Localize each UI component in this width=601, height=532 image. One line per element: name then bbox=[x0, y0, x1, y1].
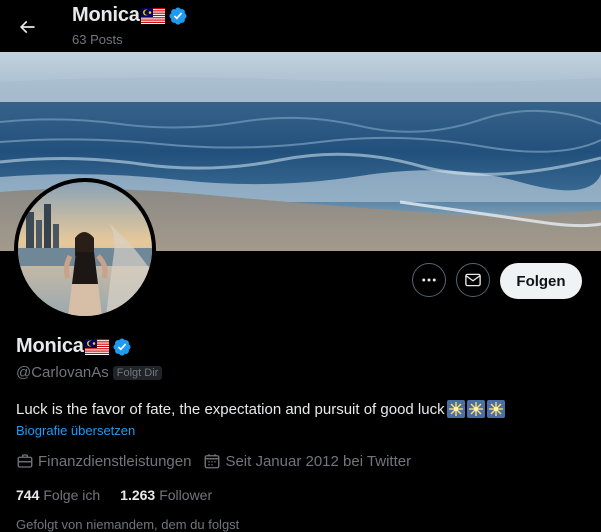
header-title: Monica bbox=[72, 4, 188, 27]
more-options-button[interactable] bbox=[412, 263, 446, 297]
back-button[interactable] bbox=[10, 10, 44, 44]
briefcase-icon bbox=[17, 454, 33, 468]
follow-button[interactable]: Folgen bbox=[500, 263, 582, 299]
malaysia-flag-icon bbox=[84, 338, 109, 355]
followers-label: Follower bbox=[159, 487, 213, 503]
profile-handle-row: @CarlovanAs Folgt Dir bbox=[16, 364, 163, 381]
profile-handle: @CarlovanAs bbox=[16, 364, 109, 381]
sparkle-firework-icon bbox=[486, 400, 505, 418]
avatar[interactable] bbox=[14, 178, 156, 320]
profile-name-row: Monica bbox=[16, 335, 132, 358]
malaysia-flag-icon bbox=[140, 7, 165, 24]
sparkle-firework-icon bbox=[446, 400, 465, 418]
followers-link[interactable]: 1.263 Follower bbox=[120, 487, 212, 503]
following-count: 744 bbox=[16, 487, 40, 503]
verified-badge-icon bbox=[169, 6, 187, 25]
bio-text: Luck is the favor of fate, the expectati… bbox=[16, 400, 445, 418]
avatar-photo bbox=[18, 182, 152, 316]
follow-counts: 744 Folge ich 1.263 Follower bbox=[16, 487, 232, 503]
following-link[interactable]: 744 Folge ich bbox=[16, 487, 100, 503]
more-options-icon bbox=[422, 278, 436, 282]
posts-count: 63 Posts bbox=[72, 32, 123, 47]
verified-badge-icon[interactable] bbox=[112, 337, 132, 357]
sparkle-firework-icon bbox=[466, 400, 485, 418]
header-name: Monica bbox=[72, 4, 140, 26]
envelope-icon bbox=[465, 273, 481, 287]
follows-you-badge: Folgt Dir bbox=[112, 365, 163, 380]
followed-by-text: Gefolgt von niemandem, dem du folgst bbox=[16, 517, 240, 532]
message-button[interactable] bbox=[456, 263, 490, 297]
translate-bio-link[interactable]: Biografie übersetzen bbox=[16, 423, 135, 438]
profile-joined: Seit Januar 2012 bei Twitter bbox=[203, 452, 411, 470]
profile-bio: Luck is the favor of fate, the expectati… bbox=[16, 400, 505, 418]
profile-name: Monica bbox=[16, 335, 84, 357]
joined-label: Seit Januar 2012 bei Twitter bbox=[225, 452, 412, 470]
profile-category: Finanzdienstleistungen bbox=[16, 452, 191, 470]
calendar-icon bbox=[205, 454, 220, 469]
following-label: Folge ich bbox=[43, 487, 101, 503]
profile-meta: Finanzdienstleistungen Seit Januar 2012 … bbox=[16, 452, 423, 470]
followers-count: 1.263 bbox=[120, 487, 156, 503]
profile-header-bar: Monica 63 Posts bbox=[0, 0, 601, 52]
category-label: Finanzdienstleistungen bbox=[38, 452, 192, 470]
arrow-left-icon bbox=[19, 20, 35, 34]
